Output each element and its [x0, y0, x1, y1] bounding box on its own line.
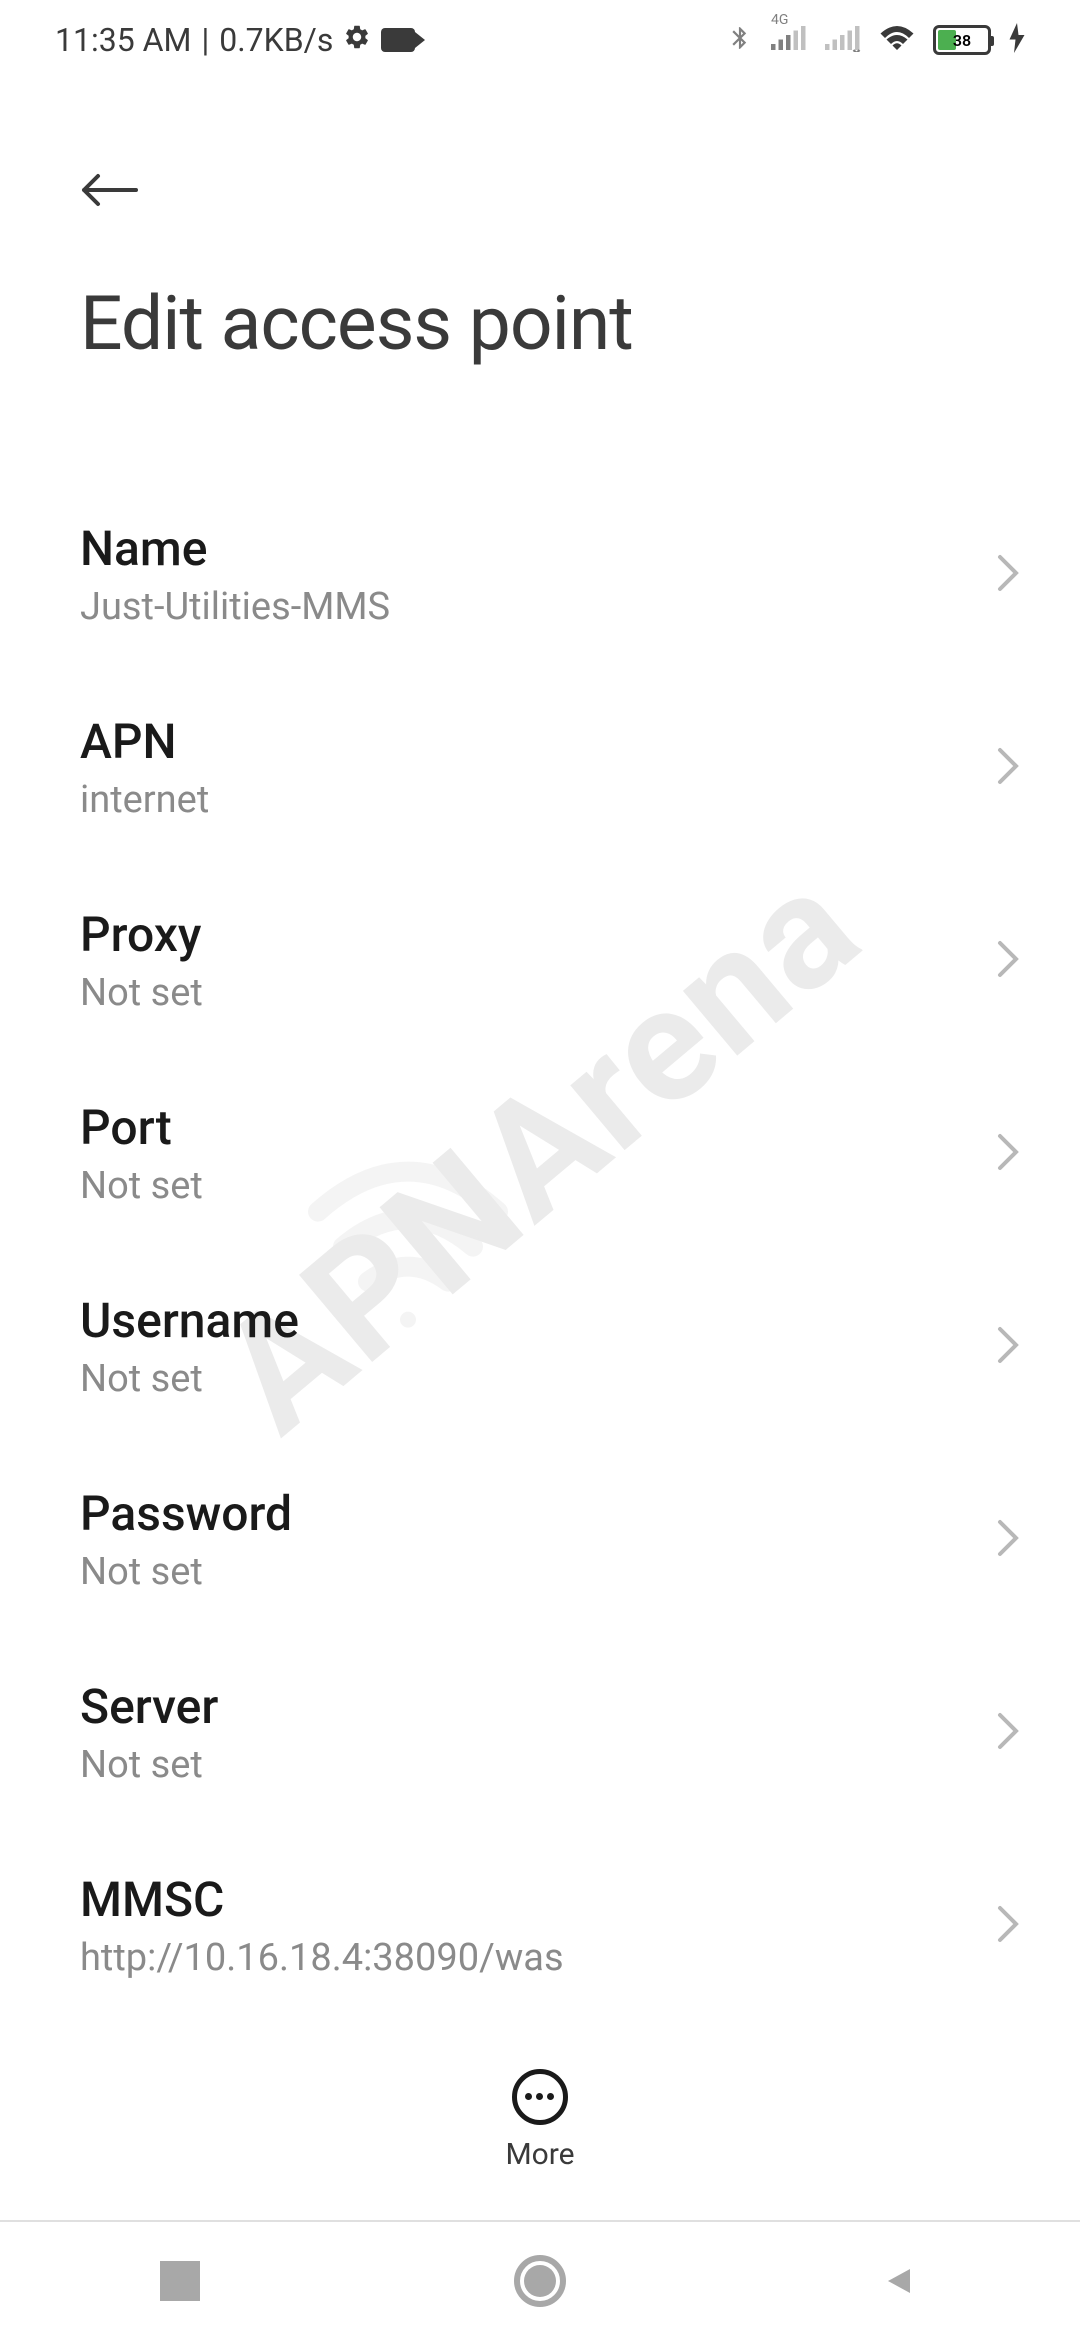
navigation-bar — [0, 2220, 1080, 2340]
charging-icon — [1009, 23, 1025, 57]
settings-icon — [343, 21, 371, 59]
setting-label: Port — [80, 1099, 996, 1156]
nav-home-button[interactable] — [510, 2251, 570, 2311]
status-bar-right: 4G 38 — [727, 20, 1025, 60]
setting-password[interactable]: Password Not set — [0, 1443, 1080, 1636]
battery-icon: 38 — [933, 25, 991, 55]
setting-label: Password — [80, 1485, 996, 1542]
chevron-right-icon — [996, 553, 1020, 597]
setting-mmsc[interactable]: MMSC http://10.16.18.4:38090/was — [0, 1829, 1080, 2020]
chevron-right-icon — [996, 1132, 1020, 1176]
chevron-right-icon — [996, 1711, 1020, 1755]
bottom-action-bar: More — [0, 2010, 1080, 2210]
status-data-rate: 0.7KB/s — [219, 21, 333, 59]
setting-value: Not set — [80, 1743, 996, 1787]
setting-value: Not set — [80, 971, 996, 1015]
page-title: Edit access point — [80, 280, 1000, 368]
more-button[interactable]: More — [505, 2069, 574, 2172]
setting-username[interactable]: Username Not set — [0, 1250, 1080, 1443]
status-time: 11:35 AM — [55, 21, 191, 59]
chevron-right-icon — [996, 1904, 1020, 1948]
signal-4g-icon: 4G — [771, 24, 807, 56]
setting-value: Just-Utilities-MMS — [80, 585, 996, 629]
setting-value: http://10.16.18.4:38090/was — [80, 1936, 996, 1980]
setting-label: APN — [80, 713, 996, 770]
setting-value: Not set — [80, 1357, 996, 1401]
setting-value: Not set — [80, 1164, 996, 1208]
camera-icon — [381, 28, 415, 52]
settings-list: Name Just-Utilities-MMS APN internet Pro… — [0, 408, 1080, 2020]
wifi-icon — [879, 23, 915, 57]
chevron-right-icon — [996, 1325, 1020, 1369]
setting-server[interactable]: Server Not set — [0, 1636, 1080, 1829]
status-bar: 11:35 AM | 0.7KB/s 4G 38 — [0, 0, 1080, 80]
status-bar-left: 11:35 AM | 0.7KB/s — [55, 21, 415, 59]
nav-back-button[interactable] — [870, 2251, 930, 2311]
setting-label: Username — [80, 1292, 996, 1349]
bluetooth-icon — [727, 20, 753, 60]
setting-label: Proxy — [80, 906, 996, 963]
setting-port[interactable]: Port Not set — [0, 1057, 1080, 1250]
setting-label: Server — [80, 1678, 996, 1735]
setting-value: Not set — [80, 1550, 996, 1594]
app-bar: Edit access point — [0, 80, 1080, 408]
more-icon — [512, 2069, 568, 2125]
chevron-right-icon — [996, 939, 1020, 983]
setting-value: internet — [80, 778, 996, 822]
setting-label: MMSC — [80, 1871, 996, 1928]
back-button[interactable] — [80, 170, 140, 210]
setting-apn[interactable]: APN internet — [0, 671, 1080, 864]
more-label: More — [505, 2137, 574, 2172]
setting-label: Name — [80, 520, 996, 577]
signal-no-sim-icon — [825, 24, 861, 56]
chevron-right-icon — [996, 1518, 1020, 1562]
chevron-right-icon — [996, 746, 1020, 790]
setting-proxy[interactable]: Proxy Not set — [0, 864, 1080, 1057]
nav-recent-button[interactable] — [150, 2251, 210, 2311]
setting-name[interactable]: Name Just-Utilities-MMS — [0, 478, 1080, 671]
